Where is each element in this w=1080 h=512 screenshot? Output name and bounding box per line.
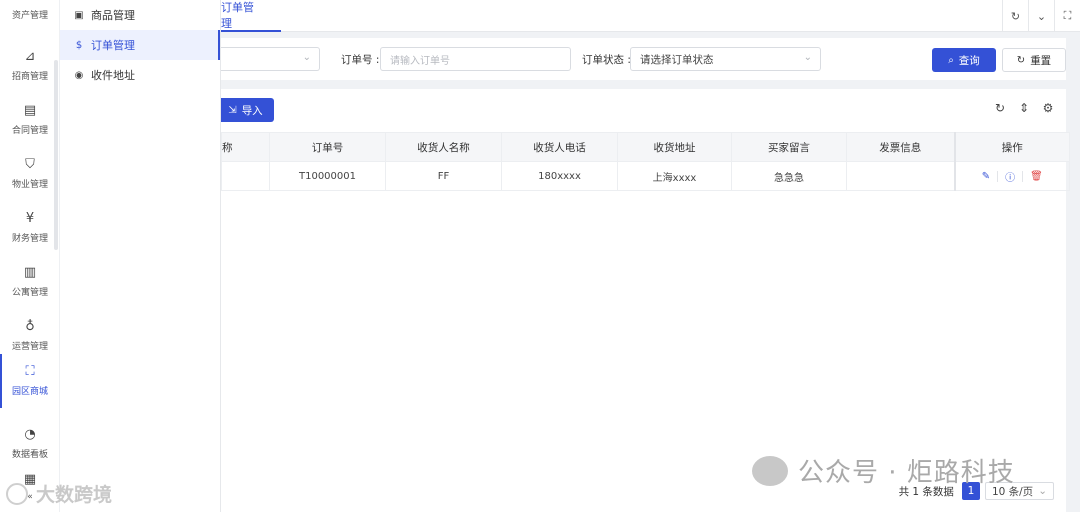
submenu-item-label: 收件地址 [91, 69, 135, 82]
delete-icon[interactable]: 🗑 [1023, 171, 1050, 182]
cell-order-no: T10000001 [269, 161, 386, 191]
watermark-wechat: 公众号 · 炬路科技 [752, 452, 1015, 489]
bulb-icon: ♁ [25, 319, 35, 334]
cell-receiver: FF [385, 161, 502, 191]
rail-item-label: 财务管理 [11, 234, 48, 244]
cell-message: 急急急 [731, 161, 847, 191]
search-icon: ⌕ [948, 54, 954, 66]
bag-icon: ⛶ [25, 364, 35, 379]
rail-item-label: 物业管理 [11, 180, 48, 190]
column-header: 称 [221, 132, 270, 162]
rail-item-label: 资产管理 [11, 11, 48, 21]
order-status-label: 订单状态 : [582, 54, 631, 66]
chart-icon: ⊿ [24, 49, 36, 64]
rail-item-label: 运营管理 [11, 342, 48, 352]
column-header: 发票信息 [846, 132, 955, 162]
rail-item-label: 招商管理 [11, 72, 48, 82]
refresh-icon[interactable]: ↻ [1002, 0, 1028, 32]
submenu-item-goods[interactable]: ▣ 商品管理 [60, 0, 220, 30]
submenu-item-label: 订单管理 [91, 39, 135, 52]
column-header: 买家留言 [731, 132, 847, 162]
building-icon: ▥ [23, 265, 37, 280]
refresh-icon[interactable]: ↻ [988, 101, 1012, 115]
wechat-logo-icon [752, 455, 788, 486]
import-icon: ⇲ [228, 104, 237, 116]
fullscreen-icon[interactable]: ⛶ [1054, 0, 1080, 32]
table-header-row: 称 订单号 收货人名称 收货人电话 收货地址 买家留言 发票信息 操作 [221, 132, 1070, 162]
edit-icon[interactable]: ✎ [975, 171, 997, 182]
shield-icon: ⛉ [25, 157, 35, 172]
rail-item-finance[interactable]: ¥ 财务管理 [0, 201, 60, 255]
column-header: 订单号 [269, 132, 386, 162]
table-panel: ⇲ 导入 ↻ ⇕ ⚙ 称 订单号 收货人名称 收货人电话 收货地址 买家留言 发… [217, 89, 1070, 512]
rail-item-mall[interactable]: ⛶ 园区商城 [0, 354, 60, 408]
orders-table: 称 订单号 收货人名称 收货人电话 收货地址 买家留言 发票信息 操作 T100… [221, 132, 1070, 191]
column-header: 操作 [953, 132, 1070, 162]
yen-icon: ¥ [25, 211, 35, 226]
watermark-text: 公众号 · 炬路科技 [798, 458, 1015, 488]
watermark-text: 大数跨境 [36, 484, 113, 506]
chevron-down-icon: ⌄ [302, 52, 311, 63]
rail-item-label: 数据看板 [11, 450, 48, 460]
side-rail: 资产管理 ⊿ 招商管理 ▤ 合同管理 ⛉ 物业管理 ¥ 财务管理 ▥ 公寓管理 … [0, 0, 60, 512]
column-header: 收货人电话 [501, 132, 618, 162]
rail-item-investment[interactable]: ⊿ 招商管理 [0, 39, 60, 93]
info-icon[interactable]: ⓘ [998, 169, 1022, 184]
order-no-label: 订单号 : [341, 54, 380, 66]
chevron-down-icon[interactable]: ⌄ [1028, 0, 1054, 32]
submenu-item-orders[interactable]: $ 订单管理 [60, 30, 220, 60]
location-icon: ◉ [74, 69, 84, 81]
column-header: 收货人名称 [385, 132, 502, 162]
goods-icon: ▣ [74, 9, 84, 21]
table-row: T10000001 FF 180xxxx 上海xxxx 急急急 ✎ ⓘ 🗑 [221, 161, 1070, 191]
dollar-icon: $ [75, 39, 83, 51]
import-label: 导入 [241, 104, 263, 117]
rail-item-contract[interactable]: ▤ 合同管理 [0, 93, 60, 147]
rail-item-label: 合同管理 [11, 126, 48, 136]
tab-actions: ↻ ⌄ ⛶ [1002, 0, 1080, 32]
table-tools: ↻ ⇕ ⚙ [988, 101, 1060, 115]
tab-orders[interactable]: 订单管理 [221, 0, 281, 32]
column-height-icon[interactable]: ⇕ [1012, 101, 1036, 115]
reset-label: 重置 [1030, 54, 1052, 67]
submenu-item-label: 商品管理 [91, 9, 135, 22]
reset-icon: ↻ [1016, 54, 1026, 66]
reset-button[interactable]: ↻ 重置 [1002, 48, 1066, 72]
order-no-input[interactable]: 请输入订单号 [380, 47, 571, 71]
import-button[interactable]: ⇲ 导入 [217, 98, 274, 122]
tab-bar: 订单管理 ↻ ⌄ ⛶ [221, 0, 1080, 32]
filter-select[interactable]: ⌄ [221, 47, 320, 71]
gauge-icon: ◔ [24, 427, 36, 442]
rail-item-property[interactable]: ⛉ 物业管理 [0, 147, 60, 201]
query-button[interactable]: ⌕ 查询 [932, 48, 996, 72]
chevron-down-icon: ⌄ [1038, 485, 1047, 497]
cell-actions: ✎ ⓘ 🗑 [953, 161, 1070, 191]
search-panel: ⌄ 订单号 : 请输入订单号 订单状态 : 请选择订单状态 ⌄ ⌕ 查询 ↻ 重… [221, 38, 1066, 80]
rail-item-label: 公寓管理 [11, 288, 48, 298]
chevron-down-icon: ⌄ [803, 52, 812, 63]
rail-item-apartment[interactable]: ▥ 公寓管理 [0, 255, 60, 309]
column-header: 收货地址 [617, 132, 732, 162]
rail-item-label: 园区商城 [11, 387, 48, 397]
order-status-placeholder: 请选择订单状态 [640, 53, 714, 66]
cell-name [221, 161, 270, 191]
order-status-select[interactable]: 请选择订单状态 ⌄ [630, 47, 821, 71]
cell-address: 上海xxxx [617, 161, 732, 191]
watermark-brand: 大数跨境 [6, 480, 112, 507]
cell-invoice [846, 161, 955, 191]
query-label: 查询 [958, 54, 980, 67]
gear-icon[interactable]: ⚙ [1036, 101, 1060, 115]
cell-phone: 180xxxx [501, 161, 618, 191]
mall-submenu: ▣ 商品管理 $ 订单管理 ◉ 收件地址 [60, 0, 221, 512]
submenu-item-address[interactable]: ◉ 收件地址 [60, 60, 220, 90]
rail-item-asset[interactable]: 资产管理 [0, 0, 60, 39]
contract-icon: ▤ [23, 103, 37, 118]
brand-logo-icon [6, 482, 28, 505]
